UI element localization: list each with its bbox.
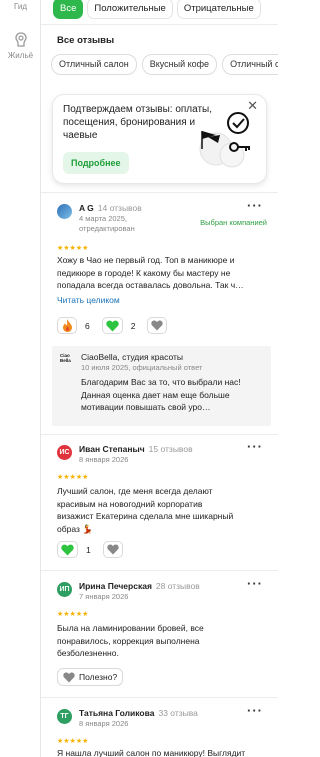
tag-chip[interactable]: Отличный салон (51, 54, 137, 75)
heart-reaction-button[interactable] (101, 317, 123, 334)
official-reply: Ciao Bella CiaoBella, студия красоты 10 … (52, 346, 271, 426)
heart-outline-icon (151, 320, 164, 331)
review-tags: Отличный салон Вкусный кофе Отличный сер (51, 54, 278, 75)
side-rail: Гид Жильё (0, 0, 41, 757)
reactions-bar: Полезно? (57, 668, 124, 686)
author-name: A G (79, 203, 94, 213)
reply-text: Благодарим Вас за то, что выбрали нас! Д… (81, 377, 241, 412)
review-edited-label: отредактирован (79, 224, 135, 233)
divider (41, 192, 278, 193)
author-review-count: 28 отзывов (155, 581, 200, 591)
reply-date: 10 июля 2025, официальный ответ (81, 363, 203, 372)
avatar[interactable]: ТГ (57, 709, 72, 724)
author-review-count: 15 отзывов (148, 444, 193, 454)
rating-stars: ★★★★★ (57, 738, 89, 745)
author-review-count: 14 отзывов (97, 203, 142, 213)
verification-illustration (199, 112, 250, 168)
heart-outline-icon (107, 544, 119, 555)
filter-all[interactable]: Все (53, 0, 84, 19)
heart-outline-icon (63, 672, 75, 683)
more-options-icon[interactable]: ··· (247, 576, 263, 591)
author-name: Иван Степаныч (79, 444, 145, 454)
divider (41, 434, 278, 435)
review-author[interactable]: Ирина Печерская 28 отзывов (79, 581, 200, 591)
heart-count: 1 (86, 544, 91, 555)
reviews-panel: Все Положительные Отрицательные Все отзы… (41, 0, 278, 757)
review-date: 8 января 2026 (79, 719, 129, 728)
fire-icon (62, 319, 72, 332)
useful-label: Полезно? (79, 672, 118, 682)
fire-reaction-button[interactable] (57, 317, 77, 334)
review-author[interactable]: Иван Степаныч 15 отзывов (79, 444, 193, 454)
avatar[interactable]: ИС (57, 445, 72, 460)
more-options-icon[interactable]: ··· (247, 703, 263, 718)
green-heart-icon (61, 544, 74, 555)
author-name: Ирина Печерская (79, 581, 152, 591)
review-text: Лучший салон, где меня всегда делают кра… (57, 486, 234, 534)
useful-button[interactable]: Полезно? (57, 668, 124, 686)
author-name: Татьяна Голикова (79, 708, 155, 718)
author-review-count: 33 отзыва (158, 708, 198, 718)
more-options-icon[interactable]: ··· (247, 198, 263, 213)
section-title: Все отзывы (57, 35, 115, 46)
fire-count: 6 (85, 320, 90, 331)
avatar[interactable] (57, 204, 72, 219)
divider (41, 570, 278, 571)
heart-reaction-button[interactable] (57, 541, 78, 558)
heart-count: 2 (130, 320, 136, 331)
review-date: 4 марта 2025, отредактирован (79, 214, 135, 234)
review-text: Хожу в Чао не первый год. Топ в маникюре… (57, 255, 244, 290)
more-options-icon[interactable]: ··· (247, 439, 263, 454)
rail-item-guide[interactable]: Гид (0, 2, 41, 11)
review-text: Я нашла лучший салон по маникюру! Выгляд… (57, 748, 246, 757)
promo-more-button[interactable]: Подробнее (63, 152, 129, 174)
filter-negative[interactable]: Отрицательные (176, 0, 261, 19)
promo-text: Подтверждаем отзывы: оплаты, посещения, … (63, 104, 213, 141)
rating-stars: ★★★★★ (57, 474, 89, 481)
avatar[interactable]: ИП (57, 582, 72, 597)
review-filter-tabs: Все Положительные Отрицательные (53, 0, 261, 19)
green-heart-icon (106, 320, 119, 331)
review-author[interactable]: A G 14 отзывов (79, 203, 142, 213)
verification-promo-card: Подтверждаем отзывы: оплаты, посещения, … (52, 94, 267, 184)
company-logo: Ciao Bella (60, 353, 71, 363)
rail-item-housing[interactable]: Жильё (0, 32, 41, 60)
rating-stars: ★★★★★ (57, 611, 89, 618)
rail-housing-label: Жильё (7, 51, 34, 60)
like-button[interactable] (102, 541, 123, 558)
like-button[interactable] (147, 317, 168, 334)
divider (41, 697, 278, 698)
divider (41, 24, 278, 25)
review-date: 8 января 2026 (79, 455, 129, 464)
housing-icon (14, 32, 27, 47)
rating-stars: ★★★★★ (57, 245, 89, 252)
filter-positive[interactable]: Положительные (87, 0, 173, 19)
reactions-bar: 1 (57, 541, 123, 558)
review-date-line: 4 марта 2025, (79, 214, 127, 223)
review-date: 7 января 2026 (79, 592, 129, 601)
tag-chip[interactable]: Отличный сер (222, 54, 278, 75)
review-text: Была на ламинировании бровей, все понрав… (57, 623, 204, 658)
reactions-bar: 6 2 (57, 317, 168, 334)
read-more-link[interactable]: Читать целиком (57, 295, 120, 305)
review-author[interactable]: Татьяна Голикова 33 отзыва (79, 708, 198, 718)
rail-guide-label: Гид (13, 2, 28, 11)
company-choice-badge: Выбран компанией (200, 218, 267, 227)
tag-chip[interactable]: Вкусный кофе (141, 54, 218, 75)
reply-company-name[interactable]: CiaoBella, студия красоты (81, 352, 183, 362)
